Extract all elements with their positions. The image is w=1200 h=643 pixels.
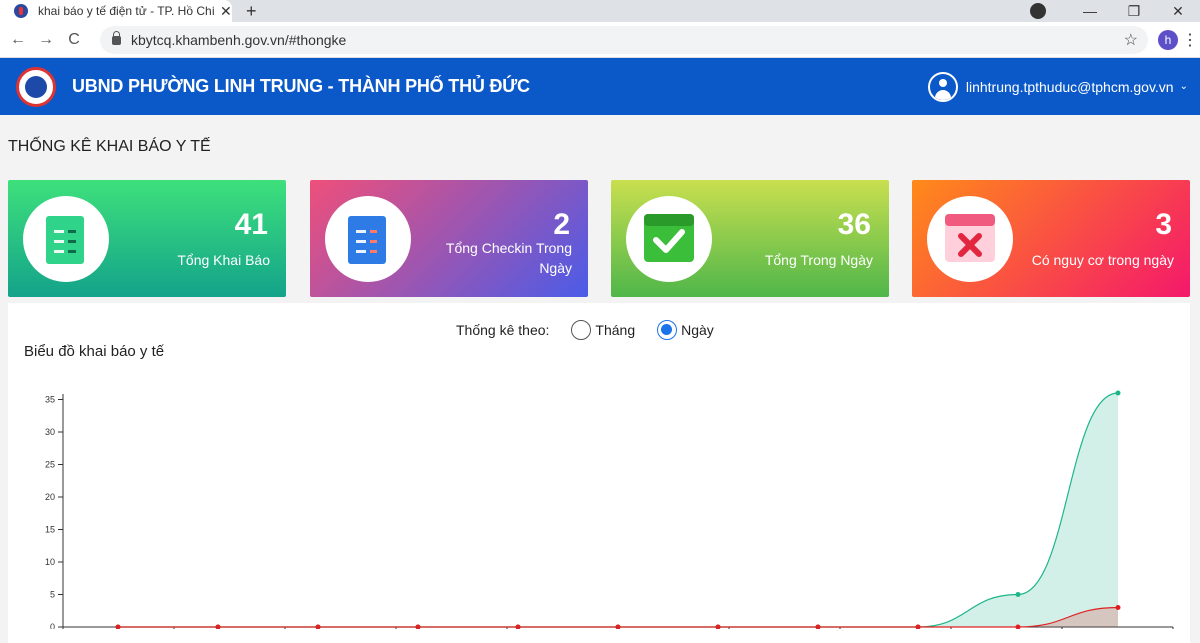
data-point <box>415 624 421 629</box>
card-value: 2 <box>553 208 570 241</box>
stat-filter: Thống kê theo: Tháng Ngày <box>456 320 714 340</box>
data-point <box>615 624 621 629</box>
card-label: Có nguy cơ trong ngày <box>1031 252 1174 268</box>
y-tick-label: 20 <box>45 492 55 502</box>
card-icon-circle <box>23 196 109 282</box>
stat-card-checkin: 2 Tổng Checkin Trong Ngày <box>310 180 588 297</box>
card-label: Tổng Trong Ngày <box>764 252 873 268</box>
url-field[interactable]: kbytcq.khambenh.gov.vn/#thongke ☆ <box>100 26 1148 54</box>
data-point <box>915 624 921 629</box>
document-x-icon <box>348 216 386 264</box>
y-tick-label: 10 <box>45 557 55 567</box>
stat-card-total: 41 Tổng Khai Báo <box>8 180 286 297</box>
card-label: Tổng Khai Báo <box>177 252 270 268</box>
data-point <box>315 624 321 629</box>
profile-avatar[interactable]: h <box>1158 30 1178 50</box>
y-tick-label: 5 <box>50 590 55 600</box>
card-icon-circle <box>626 196 712 282</box>
back-button[interactable]: ← <box>4 31 32 49</box>
data-point <box>815 624 821 629</box>
address-bar: ← → C kbytcq.khambenh.gov.vn/#thongke ☆ … <box>0 22 1200 58</box>
data-point <box>1015 592 1021 597</box>
user-menu[interactable]: linhtrung.tpthuduc@tphcm.gov.vn ⌄ <box>927 71 1188 102</box>
card-icon-circle <box>325 196 411 282</box>
maximize-button[interactable]: ❐ <box>1112 3 1156 20</box>
y-tick-label: 30 <box>45 427 55 437</box>
card-icon-circle <box>927 196 1013 282</box>
y-tick-label: 0 <box>50 622 55 629</box>
page-title: THỐNG KÊ KHAI BÁO Y TẾ <box>8 138 211 155</box>
tab-title: khai báo y tế điện tử - TP. Hồ Chí <box>38 4 214 18</box>
data-point <box>115 624 121 629</box>
app-header: UBND PHƯỜNG LINH TRUNG - THÀNH PHỐ THỦ Đ… <box>0 58 1200 115</box>
chevron-down-icon: ⌄ <box>1179 81 1188 92</box>
y-tick-label: 35 <box>45 395 55 405</box>
ministry-logo <box>16 66 56 107</box>
browser-tab[interactable]: khai báo y tế điện tử - TP. Hồ Chí ✕ <box>0 0 232 22</box>
new-tab-button[interactable]: + <box>246 1 257 22</box>
data-point <box>1115 605 1121 610</box>
calendar-x-icon <box>945 214 995 262</box>
forward-button[interactable]: → <box>32 31 60 49</box>
lock-icon <box>112 30 121 45</box>
minimize-button[interactable]: — <box>1068 3 1112 19</box>
browser-tabstrip: khai báo y tế điện tử - TP. Hồ Chí ✕ + —… <box>0 0 1200 22</box>
stat-card-today: 36 Tổng Trong Ngày <box>611 180 889 297</box>
close-window-button[interactable]: ✕ <box>1156 3 1200 20</box>
tab-close-icon[interactable]: ✕ <box>220 3 232 20</box>
data-point <box>1115 390 1121 396</box>
chart-title: Biểu đồ khai báo y tế <box>24 343 165 360</box>
url-text: kbytcq.khambenh.gov.vn/#thongke <box>131 32 347 48</box>
window-controls: — ❐ ✕ <box>1030 0 1200 22</box>
y-tick-label: 15 <box>45 525 55 535</box>
series-line-0 <box>118 392 1119 628</box>
calendar-check-icon <box>644 214 694 262</box>
radio-day[interactable] <box>657 320 678 340</box>
card-value: 3 <box>1155 208 1172 241</box>
browser-profile-icon[interactable] <box>1030 3 1046 19</box>
site-favicon-icon <box>14 4 28 18</box>
user-email: linhtrung.tpthuduc@tphcm.gov.vn <box>965 78 1174 95</box>
card-value: 41 <box>234 208 268 241</box>
document-check-icon <box>46 216 84 264</box>
browser-menu-icon[interactable]: ⋮ <box>1182 30 1198 50</box>
user-icon <box>927 71 958 102</box>
data-point <box>515 624 521 629</box>
stat-card-risk: 3 Có nguy cơ trong ngày <box>912 180 1190 297</box>
data-point <box>715 624 721 629</box>
series-area-0 <box>118 393 1118 627</box>
radio-day-label[interactable]: Ngày <box>681 322 714 338</box>
app-title: UBND PHƯỜNG LINH TRUNG - THÀNH PHỐ THỦ Đ… <box>72 76 530 96</box>
card-value: 36 <box>837 208 871 241</box>
filter-label: Thống kê theo: <box>456 322 550 338</box>
radio-month[interactable] <box>571 320 592 340</box>
data-point <box>215 624 221 629</box>
area-chart: 0 5 10 15 20 25 30 35 <box>45 390 1174 629</box>
card-label: Tổng Checkin Trong Ngày <box>445 240 572 276</box>
reload-button[interactable]: C <box>60 31 88 49</box>
bookmark-star-icon[interactable]: ☆ <box>1124 30 1138 50</box>
y-tick-label: 25 <box>45 460 55 470</box>
radio-month-label[interactable]: Tháng <box>595 322 635 338</box>
